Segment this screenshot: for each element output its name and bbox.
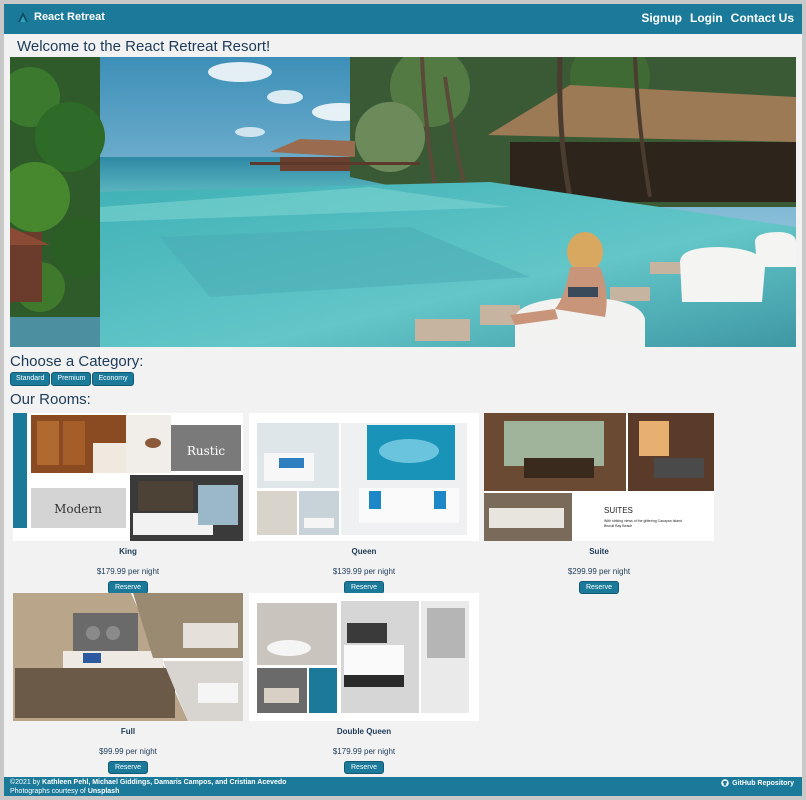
modern-label: Modern — [54, 502, 102, 516]
room-price-king: $179.99 per night — [96, 567, 160, 576]
reserve-button-full[interactable]: Reserve — [107, 761, 149, 774]
hero-image — [10, 57, 796, 347]
reserve-button-double-queen[interactable]: Reserve — [343, 761, 385, 774]
page: React Retreat Signup Login Contact Us We… — [4, 4, 802, 796]
room-image-full — [13, 593, 243, 721]
category-buttons: Standard Premium Economy — [10, 372, 134, 386]
room-price-suite: $299.99 per night — [567, 567, 631, 576]
footer: ©2021 by Kathleen Pehl, Michael Giddings… — [4, 777, 802, 796]
suites-collage-line2: Biscuit Bay Beach — [604, 524, 632, 528]
brand[interactable]: React Retreat — [16, 10, 105, 24]
unsplash-link[interactable]: Unsplash — [88, 788, 120, 795]
footer-credits: ©2021 by Kathleen Pehl, Michael Giddings… — [10, 778, 286, 796]
suite-collage: SUITES With striking views of the glitte… — [484, 413, 714, 541]
rooms-heading: Our Rooms: — [10, 391, 91, 408]
category-premium-button[interactable]: Premium — [51, 372, 92, 386]
room-image-queen — [249, 413, 479, 541]
nav-signup-link[interactable]: Signup — [641, 11, 682, 25]
room-name-king: King — [119, 547, 137, 556]
copyright-prefix: ©2021 by — [10, 779, 41, 786]
suites-collage-line1: With striking views of the glittering Ca… — [604, 519, 682, 523]
brand-title: React Retreat — [34, 11, 105, 23]
room-image-double-queen — [249, 593, 479, 721]
room-card-king: Rustic Modern King $179.99 per night Res… — [13, 413, 243, 594]
top-navbar: React Retreat Signup Login Contact Us — [4, 4, 802, 34]
nav-login-link[interactable]: Login — [690, 11, 723, 25]
nav-contact-link[interactable]: Contact Us — [731, 11, 794, 25]
nav-links: Signup Login Contact Us — [641, 11, 794, 25]
room-image-king: Rustic Modern — [13, 413, 243, 541]
room-name-queen: Queen — [351, 547, 377, 556]
reserve-button-suite[interactable]: Reserve — [578, 581, 620, 594]
room-name-double-queen: Double Queen — [336, 727, 392, 736]
room-name-full: Full — [120, 727, 136, 736]
suites-collage-title: SUITES — [604, 506, 633, 515]
category-heading: Choose a Category: — [10, 353, 144, 370]
room-name-suite: Suite — [589, 547, 609, 556]
hero-pool-scene — [10, 57, 796, 347]
category-economy-button[interactable]: Economy — [92, 372, 134, 386]
room-price-queen: $139.99 per night — [332, 567, 396, 576]
double-queen-collage — [249, 593, 479, 721]
king-collage: Rustic Modern — [13, 413, 243, 541]
welcome-heading: Welcome to the React Retreat Resort! — [17, 38, 271, 55]
room-price-double-queen: $179.99 per night — [332, 747, 396, 756]
github-repo-label: GitHub Repository — [732, 779, 794, 787]
room-card-double-queen: Double Queen $179.99 per night Reserve — [249, 593, 479, 774]
queen-collage — [249, 413, 479, 541]
authors-text: Kathleen Pehl, Michael Giddings, Damaris… — [42, 779, 287, 786]
category-standard-button[interactable]: Standard — [10, 372, 51, 386]
rustic-label: Rustic — [187, 444, 226, 458]
room-card-queen: Queen $139.99 per night Reserve — [249, 413, 479, 594]
full-collage — [13, 593, 243, 721]
room-price-full: $99.99 per night — [99, 747, 157, 756]
brand-logo-icon — [18, 12, 28, 22]
room-image-suite: SUITES With striking views of the glitte… — [484, 413, 714, 541]
room-card-suite: SUITES With striking views of the glitte… — [484, 413, 714, 594]
room-card-full: Full $99.99 per night Reserve — [13, 593, 243, 774]
github-repo-link[interactable]: GitHub Repository — [721, 779, 794, 787]
photos-prefix: Photographs courtesy of — [10, 788, 86, 795]
github-icon — [721, 779, 729, 787]
